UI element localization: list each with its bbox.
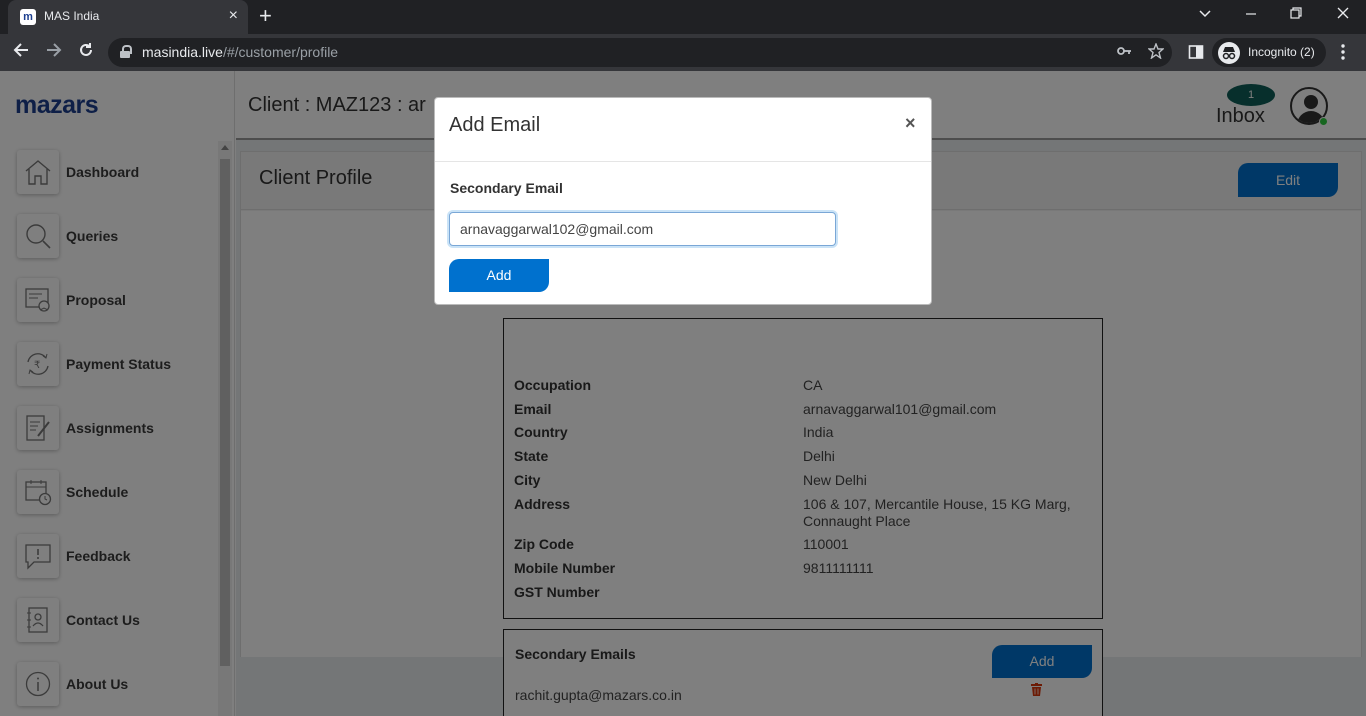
close-window-button[interactable] (1337, 6, 1349, 25)
modal-header: Add Email × (435, 98, 931, 162)
modal-title: Add Email (449, 114, 541, 136)
lock-icon (120, 45, 132, 58)
incognito-label: Incognito (2) (1248, 45, 1315, 59)
browser-tab[interactable]: m MAS India × (8, 0, 248, 34)
url-text: masindia.live/#/customer/profile (142, 44, 339, 60)
back-button[interactable] (12, 41, 30, 64)
reload-button[interactable] (77, 41, 95, 64)
secondary-email-label: Secondary Email (450, 180, 563, 196)
add-email-submit-button[interactable]: Add (449, 259, 549, 292)
tab-close-button[interactable]: × (229, 7, 238, 25)
browser-tabbar: m MAS India × + (0, 0, 1366, 34)
address-bar[interactable]: masindia.live/#/customer/profile (108, 38, 1172, 67)
modal-close-button[interactable]: × (905, 113, 916, 134)
incognito-icon (1218, 42, 1240, 64)
site-favicon: m (20, 9, 36, 25)
incognito-indicator[interactable]: Incognito (2) (1212, 38, 1326, 67)
secondary-email-input[interactable] (449, 212, 836, 246)
key-icon[interactable] (1116, 43, 1132, 62)
tab-search-icon[interactable] (1198, 6, 1212, 25)
minimize-button[interactable] (1245, 6, 1257, 25)
side-panel-icon[interactable] (1188, 43, 1204, 65)
new-tab-button[interactable]: + (259, 5, 272, 27)
tab-title: MAS India (44, 9, 100, 23)
bookmark-star-icon[interactable] (1147, 42, 1165, 62)
browser-menu-icon[interactable] (1340, 43, 1346, 64)
restore-button[interactable] (1290, 6, 1302, 25)
add-email-modal: Add Email × Secondary Email Add (434, 97, 932, 305)
browser-toolbar: masindia.live/#/customer/profile Incogni… (0, 34, 1366, 71)
forward-button[interactable] (45, 41, 63, 64)
